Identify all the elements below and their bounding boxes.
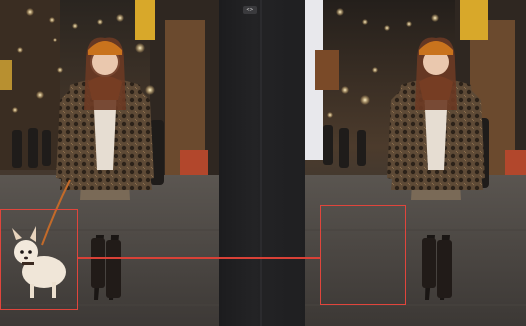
comparison-canvas: <> — [0, 0, 526, 326]
comparison-divider[interactable] — [219, 0, 305, 326]
connector-line — [78, 257, 320, 259]
selection-box-left[interactable] — [0, 209, 78, 310]
selection-box-right[interactable] — [320, 205, 406, 305]
divider-handle-icon[interactable]: <> — [243, 6, 257, 14]
